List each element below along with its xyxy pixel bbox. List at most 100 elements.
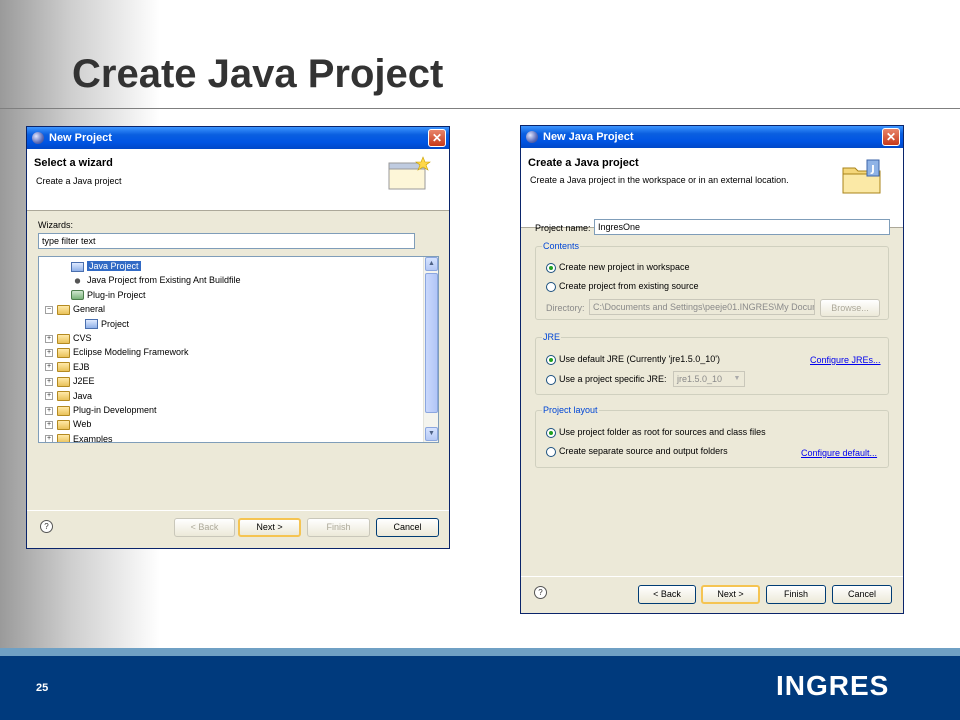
expand-icon[interactable]: + bbox=[45, 349, 53, 358]
tree-item-label: Eclipse Modeling Framework bbox=[73, 347, 189, 358]
directory-input[interactable]: C:\Documents and Settings\peeje01.INGRES… bbox=[589, 299, 815, 315]
tree-item-label: CVS bbox=[73, 333, 92, 343]
title-divider bbox=[0, 108, 960, 109]
tree-item[interactable]: + CVS bbox=[45, 331, 92, 345]
folder-icon bbox=[57, 391, 70, 402]
radio-specific-jre[interactable]: Use a project specific JRE: bbox=[546, 374, 667, 385]
eclipse-icon bbox=[526, 131, 538, 143]
tree-item-label: Java Project from Existing Ant Buildfile bbox=[87, 275, 241, 286]
tree-item[interactable]: + J2EE bbox=[45, 374, 95, 388]
tree-item[interactable]: + EJB bbox=[45, 360, 90, 374]
folder-icon bbox=[57, 376, 70, 387]
help-icon[interactable]: ? bbox=[534, 586, 547, 599]
close-icon[interactable]: ✕ bbox=[882, 128, 900, 146]
eclipse-icon bbox=[32, 132, 44, 144]
tree-scrollbar[interactable]: ▲ ▼ bbox=[423, 257, 438, 442]
specific-jre-select[interactable]: jre1.5.0_10 ▼ bbox=[673, 371, 745, 387]
dialog-titlebar[interactable]: New Java Project ✕ bbox=[521, 126, 903, 148]
tree-item[interactable]: + Web bbox=[45, 417, 91, 431]
ant-icon bbox=[71, 276, 84, 287]
radio-unselected-icon[interactable] bbox=[546, 281, 556, 292]
radio-separate-folders[interactable]: Create separate source and output folder… bbox=[546, 446, 728, 457]
tree-item-label: EJB bbox=[73, 361, 90, 372]
new-wizard-icon bbox=[388, 156, 431, 190]
tree-item-label: Plug-in Development bbox=[73, 405, 157, 415]
slide-footer: 25 INGRES bbox=[0, 656, 960, 720]
slide-title: Create Java Project bbox=[72, 52, 444, 96]
dialog-title: New Project bbox=[49, 132, 112, 144]
configure-default-link[interactable]: Configure default... bbox=[801, 448, 877, 458]
svg-text:J: J bbox=[870, 164, 875, 175]
next-button[interactable]: Next > bbox=[701, 585, 760, 604]
tree-item[interactable]: + Examples bbox=[45, 432, 113, 442]
page-number: 25 bbox=[36, 682, 49, 694]
cancel-button[interactable]: Cancel bbox=[376, 518, 439, 537]
radio-selected-icon[interactable] bbox=[546, 354, 556, 365]
tree-item[interactable]: − General bbox=[45, 302, 105, 316]
radio-project-root-label: Use project folder as root for sources a… bbox=[559, 427, 766, 437]
folder-icon bbox=[57, 420, 70, 431]
collapse-icon[interactable]: − bbox=[45, 305, 53, 314]
footer-accent-strip bbox=[0, 648, 960, 656]
radio-existing-source[interactable]: Create project from existing source bbox=[546, 281, 699, 292]
java-project-folder-icon: J bbox=[842, 159, 881, 194]
finish-button[interactable]: Finish bbox=[766, 585, 826, 604]
tree-item-label: Java Project bbox=[87, 261, 141, 271]
scroll-down-icon[interactable]: ▼ bbox=[425, 427, 438, 441]
chevron-down-icon[interactable]: ▼ bbox=[730, 372, 744, 386]
radio-selected-icon[interactable] bbox=[546, 262, 556, 273]
expand-icon[interactable]: + bbox=[45, 363, 53, 372]
radio-unselected-icon[interactable] bbox=[546, 374, 556, 385]
expand-icon[interactable]: + bbox=[45, 421, 53, 430]
tree-item-label: General bbox=[73, 304, 106, 315]
project-layout-group: Project layout Use project folder as roo… bbox=[535, 405, 889, 468]
folder-icon bbox=[57, 434, 70, 442]
wizard-header: Create a Java project Create a Java proj… bbox=[521, 148, 903, 228]
next-button[interactable]: Next > bbox=[238, 518, 301, 537]
expand-icon[interactable]: + bbox=[45, 406, 53, 415]
tree-item[interactable]: Java Project from Existing Ant Buildfile bbox=[59, 273, 241, 287]
radio-unselected-icon[interactable] bbox=[546, 446, 556, 457]
new-project-dialog: New Project ✕ Select a wizard Create a J… bbox=[26, 126, 450, 549]
browse-button[interactable]: Browse... bbox=[820, 299, 880, 317]
contents-group-label: Contents bbox=[542, 241, 581, 251]
proj-icon bbox=[85, 319, 98, 330]
wizard-header-title: Create a Java project bbox=[528, 157, 639, 169]
expand-icon[interactable]: + bbox=[45, 377, 53, 386]
scroll-up-icon[interactable]: ▲ bbox=[425, 257, 438, 271]
tree-item-label: Web bbox=[73, 419, 92, 430]
tree-item[interactable]: + Plug-in Development bbox=[45, 403, 157, 417]
tree-item[interactable]: Java Project bbox=[59, 259, 141, 273]
wizard-header: Select a wizard Create a Java project bbox=[27, 149, 449, 211]
radio-existing-source-label: Create project from existing source bbox=[559, 281, 699, 291]
specific-jre-value: jre1.5.0_10 bbox=[677, 374, 723, 384]
close-icon[interactable]: ✕ bbox=[428, 129, 446, 147]
expand-icon[interactable]: + bbox=[45, 392, 53, 401]
configure-jres-link[interactable]: Configure JREs... bbox=[810, 355, 881, 365]
wizard-header-title: Select a wizard bbox=[34, 157, 113, 169]
radio-new-project[interactable]: Create new project in workspace bbox=[546, 262, 690, 273]
button-bar-separator bbox=[27, 510, 449, 511]
radio-default-jre[interactable]: Use default JRE (Currently 'jre1.5.0_10'… bbox=[546, 354, 720, 365]
tree-item[interactable]: Project bbox=[73, 317, 129, 331]
jre-group: JRE Use default JRE (Currently 'jre1.5.0… bbox=[535, 332, 889, 395]
back-button[interactable]: < Back bbox=[174, 518, 235, 537]
project-name-input[interactable]: IngresOne bbox=[594, 219, 890, 235]
help-icon[interactable]: ? bbox=[40, 520, 53, 533]
cancel-button[interactable]: Cancel bbox=[832, 585, 892, 604]
dialog-titlebar[interactable]: New Project ✕ bbox=[27, 127, 449, 149]
tree-item-label: Plug-in Project bbox=[87, 289, 146, 300]
tree-item[interactable]: + Eclipse Modeling Framework bbox=[45, 345, 189, 359]
wizard-tree[interactable]: ▲ ▼ Java Project Java Project from Existi… bbox=[38, 256, 439, 443]
wizards-label: Wizards: bbox=[38, 220, 74, 230]
scroll-thumb[interactable] bbox=[425, 273, 438, 413]
finish-button[interactable]: Finish bbox=[307, 518, 370, 537]
expand-icon[interactable]: + bbox=[45, 435, 53, 442]
expand-icon[interactable]: + bbox=[45, 334, 53, 343]
tree-item[interactable]: Plug-in Project bbox=[59, 288, 146, 302]
radio-selected-icon[interactable] bbox=[546, 427, 556, 438]
wizard-filter-input[interactable]: type filter text bbox=[38, 233, 415, 249]
back-button[interactable]: < Back bbox=[638, 585, 696, 604]
tree-item[interactable]: + Java bbox=[45, 389, 92, 403]
radio-project-root[interactable]: Use project folder as root for sources a… bbox=[546, 427, 766, 438]
